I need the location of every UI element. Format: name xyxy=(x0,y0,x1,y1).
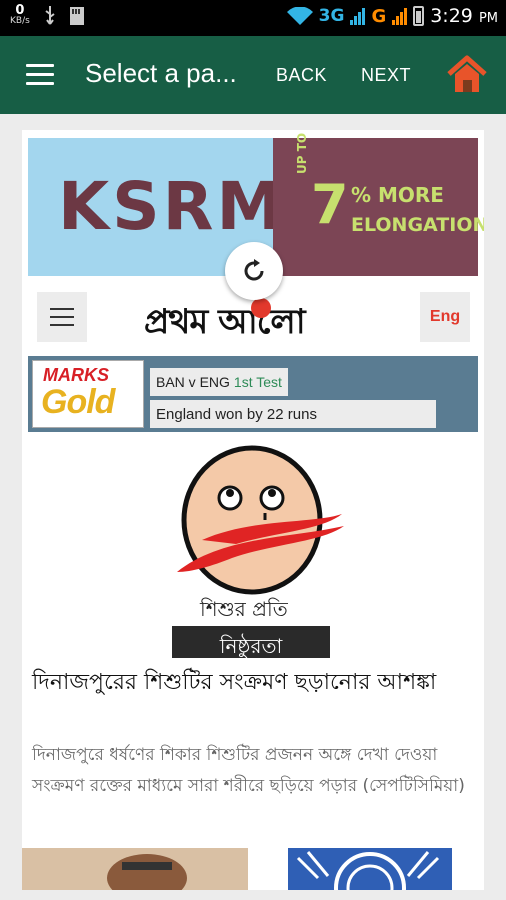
next-button[interactable]: NEXT xyxy=(361,65,411,86)
clock: 3:29 PM xyxy=(430,5,498,27)
site-menu-button[interactable] xyxy=(37,292,87,342)
emblem-photo xyxy=(288,848,452,890)
match-name: BAN v ENG xyxy=(156,374,230,390)
match-sub: 1st Test xyxy=(233,374,282,390)
status-bar: 0 KB/s 3G G 3:29 PM xyxy=(0,0,506,36)
menu-icon[interactable] xyxy=(26,64,54,86)
speed-unit: KB/s xyxy=(10,16,30,26)
home-icon[interactable] xyxy=(445,54,489,94)
site-logo[interactable]: প্রথম আলো xyxy=(144,296,306,353)
back-button[interactable]: BACK xyxy=(276,65,327,86)
live-score-widget[interactable]: MARKS Gold BAN v ENG 1st Test England wo… xyxy=(28,356,478,432)
match-result: England won by 22 runs xyxy=(150,400,436,428)
ad-offer-panel: UP TO 7 % MORE ELONGATION xyxy=(273,133,484,276)
ad-more: % MORE xyxy=(351,183,444,207)
match-title: BAN v ENG 1st Test xyxy=(150,368,288,396)
clock-ampm: PM xyxy=(478,11,498,26)
sponsor-logo: MARKS Gold xyxy=(32,360,144,428)
language-button[interactable]: Eng xyxy=(420,292,470,342)
ad-elongation: ELONGATION xyxy=(351,214,484,236)
person-photo xyxy=(22,848,248,890)
logo-sun-icon xyxy=(251,298,271,318)
signal-icon xyxy=(350,7,366,25)
app-bar: Select a pa... BACK NEXT xyxy=(0,36,506,114)
page-title: Select a pa... xyxy=(85,58,237,88)
ad-brand-logo: KSRM xyxy=(58,168,286,245)
article-summary[interactable]: দিনাজপুরে ধর্ষণের শিকার শিশুটির প্রজনন অ… xyxy=(32,740,476,802)
network-g-label: G xyxy=(371,5,387,27)
face-illustration xyxy=(177,445,344,595)
article-headline[interactable]: দিনাজপুরের শিশুটির সংক্রমণ ছড়ানোর আশঙ্ক… xyxy=(32,666,476,700)
speed-value: 0 xyxy=(15,3,25,18)
refresh-button[interactable] xyxy=(225,242,283,300)
battery-icon xyxy=(413,6,425,26)
article-thumbnail[interactable] xyxy=(22,848,248,890)
network-speed: 0 KB/s xyxy=(10,3,30,26)
sd-card-icon xyxy=(69,7,84,25)
network-3g-label: 3G xyxy=(318,6,345,26)
illustration-caption: শিশুর প্রতি xyxy=(200,597,288,621)
article-illustration[interactable]: শিশুর প্রতি নিষ্ঠুরতা xyxy=(22,440,484,658)
ad-upto: UP TO xyxy=(295,132,309,174)
illustration-band: নিষ্ঠুরতা xyxy=(172,626,330,658)
refresh-icon xyxy=(244,259,264,281)
wifi-icon xyxy=(286,7,313,25)
article-thumbnail-2[interactable] xyxy=(288,848,452,890)
usb-icon xyxy=(45,6,55,25)
sponsor-line2: Gold xyxy=(41,383,115,421)
clock-time: 3:29 xyxy=(430,5,473,27)
ad-percent: 7 xyxy=(311,173,349,236)
signal-icon-2 xyxy=(392,7,408,25)
web-content[interactable]: KSRM UP TO 7 % MORE ELONGATION প্রথম আলো… xyxy=(22,130,484,890)
